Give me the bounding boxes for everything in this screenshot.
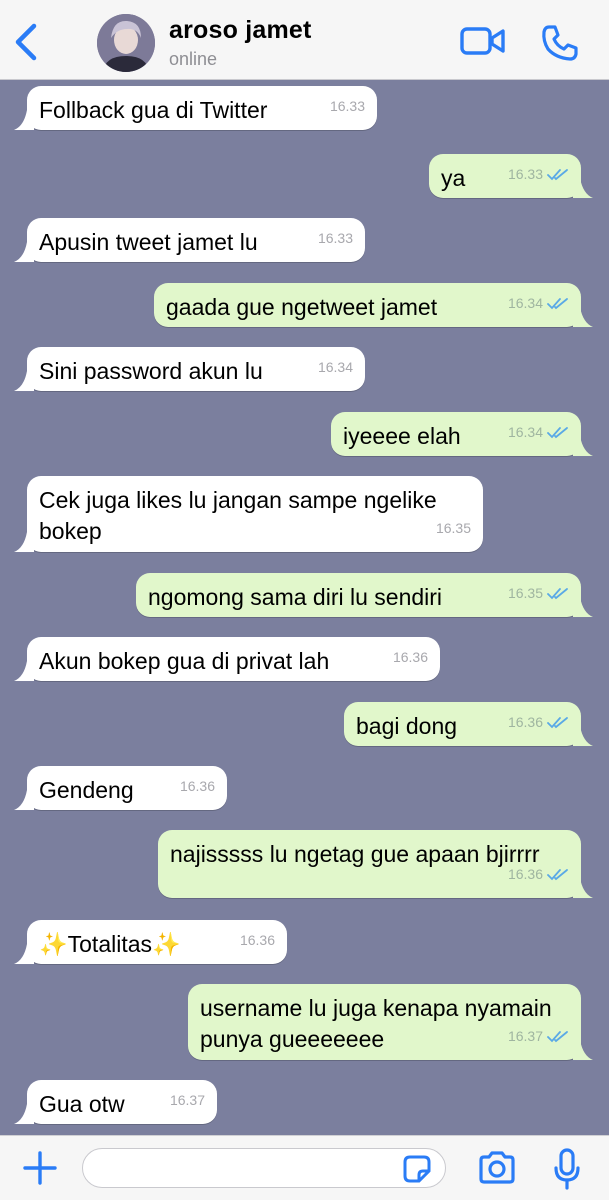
message-text: Gua otw: [39, 1091, 125, 1117]
message-text: Akun bokep gua di privat lah: [39, 648, 330, 674]
message-text: Follback gua di Twitter: [39, 97, 268, 123]
message-text: ya: [441, 165, 466, 191]
outgoing-message[interactable]: ya 16.33: [429, 154, 593, 198]
bubble-tail: [14, 110, 34, 130]
message-meta: 16.33: [330, 91, 365, 122]
bubble-tail: [14, 532, 34, 552]
composer-bar: [0, 1135, 609, 1200]
incoming-message[interactable]: Gua otw 16.37: [14, 1080, 217, 1124]
bubble-tail: [573, 307, 593, 327]
outgoing-message[interactable]: gaada gue ngetweet jamet 16.34: [154, 283, 593, 327]
message-meta: 16.33: [508, 159, 569, 190]
message-text: Apusin tweet jamet lu: [39, 229, 258, 255]
message-text: najisssss lu ngetag gue apaan bjirrrr: [170, 841, 540, 867]
video-camera-icon[interactable]: [460, 24, 506, 60]
message-meta: 16.36: [180, 771, 215, 802]
read-ticks-icon: [547, 868, 568, 880]
message-meta: 16.37: [170, 1085, 205, 1116]
read-ticks-icon: [547, 716, 568, 728]
avatar-image: [97, 14, 155, 72]
message-time: 16.34: [317, 359, 353, 375]
bubble-tail: [573, 878, 593, 898]
message-time: 16.36: [507, 714, 543, 730]
message-meta: 16.36: [508, 859, 569, 890]
avatar[interactable]: [97, 14, 155, 72]
bubble-tail: [14, 1104, 34, 1124]
outgoing-message[interactable]: iyeeee elah 16.34: [331, 412, 593, 456]
message-text: iyeeee elah: [343, 423, 461, 449]
message-time: 16.36: [239, 932, 275, 948]
incoming-message[interactable]: Sini password akun lu 16.34: [14, 347, 365, 391]
bubble-tail: [573, 597, 593, 617]
message-meta: 16.34: [318, 352, 353, 383]
message-input[interactable]: [82, 1148, 446, 1188]
message-text: Gendeng: [39, 777, 134, 803]
message-time: 16.35: [507, 585, 543, 601]
message-text: bagi dong: [356, 713, 458, 739]
message-meta: 16.37: [508, 1021, 569, 1052]
message-time: 16.34: [507, 424, 543, 440]
message-time: 16.35: [435, 520, 471, 536]
contact-name[interactable]: aroso jamet: [169, 16, 312, 45]
message-time: 16.36: [507, 866, 543, 882]
incoming-message[interactable]: Apusin tweet jamet lu 16.33: [14, 218, 365, 262]
message-time: 16.33: [507, 166, 543, 182]
microphone-icon[interactable]: [553, 1148, 581, 1190]
message-meta: 16.36: [393, 642, 428, 673]
contact-status: online: [169, 49, 218, 69]
bubble-tail: [573, 178, 593, 198]
message-time: 16.33: [317, 230, 353, 246]
message-text: ✨Totalitas✨: [39, 931, 181, 957]
bubble-tail: [573, 1040, 593, 1060]
read-ticks-icon: [547, 587, 568, 599]
outgoing-message[interactable]: bagi dong 16.36: [344, 702, 593, 746]
phone-icon[interactable]: [540, 23, 580, 63]
read-ticks-icon: [547, 297, 568, 309]
message-time: 16.34: [507, 295, 543, 311]
read-ticks-icon: [547, 168, 568, 180]
message-meta: 16.36: [508, 707, 569, 738]
message-time: 16.33: [329, 98, 365, 114]
bubble-tail: [14, 242, 34, 262]
bubble-tail: [14, 371, 34, 391]
message-text: username lu juga kenapa nyamain punya gu…: [200, 995, 552, 1052]
outgoing-message[interactable]: username lu juga kenapa nyamain punya gu…: [188, 984, 593, 1060]
bubble-tail: [14, 790, 34, 810]
message-text: Cek juga likes lu jangan sampe ngelike b…: [39, 487, 437, 544]
bubble-tail: [14, 944, 34, 964]
message-meta: 16.36: [240, 925, 275, 956]
message-time: 16.37: [507, 1028, 543, 1044]
incoming-message[interactable]: Gendeng 16.36: [14, 766, 227, 810]
read-ticks-icon: [547, 426, 568, 438]
plus-icon[interactable]: [22, 1150, 58, 1186]
incoming-message[interactable]: Follback gua di Twitter 16.33: [14, 86, 377, 130]
read-ticks-icon: [547, 1030, 568, 1042]
message-meta: 16.34: [508, 288, 569, 319]
incoming-message[interactable]: ✨Totalitas✨ 16.36: [14, 920, 287, 964]
chat-header: aroso jamet online: [0, 0, 609, 80]
bubble-tail: [573, 726, 593, 746]
outgoing-message[interactable]: najisssss lu ngetag gue apaan bjirrrr 16.…: [158, 830, 593, 898]
message-meta: 16.35: [508, 578, 569, 609]
incoming-message[interactable]: Cek juga likes lu jangan sampe ngelike b…: [14, 476, 483, 552]
message-time: 16.37: [169, 1092, 205, 1108]
message-text: ngomong sama diri lu sendiri: [148, 584, 443, 610]
message-text: gaada gue ngetweet jamet: [166, 294, 438, 320]
message-meta: 16.35: [436, 513, 471, 544]
message-text: Sini password akun lu: [39, 358, 263, 384]
message-meta: 16.34: [508, 417, 569, 448]
bubble-tail: [573, 436, 593, 456]
incoming-message[interactable]: Akun bokep gua di privat lah 16.36: [14, 637, 440, 681]
message-time: 16.36: [392, 649, 428, 665]
message-meta: 16.33: [318, 223, 353, 254]
outgoing-message[interactable]: ngomong sama diri lu sendiri 16.35: [136, 573, 593, 617]
message-list[interactable]: Follback gua di Twitter 16.33 ya 16.33 Apusi…: [0, 80, 609, 1135]
chevron-left-icon[interactable]: [10, 20, 44, 64]
sticker-icon[interactable]: [402, 1154, 432, 1184]
message-time: 16.36: [179, 778, 215, 794]
bubble-tail: [14, 661, 34, 681]
camera-icon[interactable]: [477, 1150, 517, 1186]
